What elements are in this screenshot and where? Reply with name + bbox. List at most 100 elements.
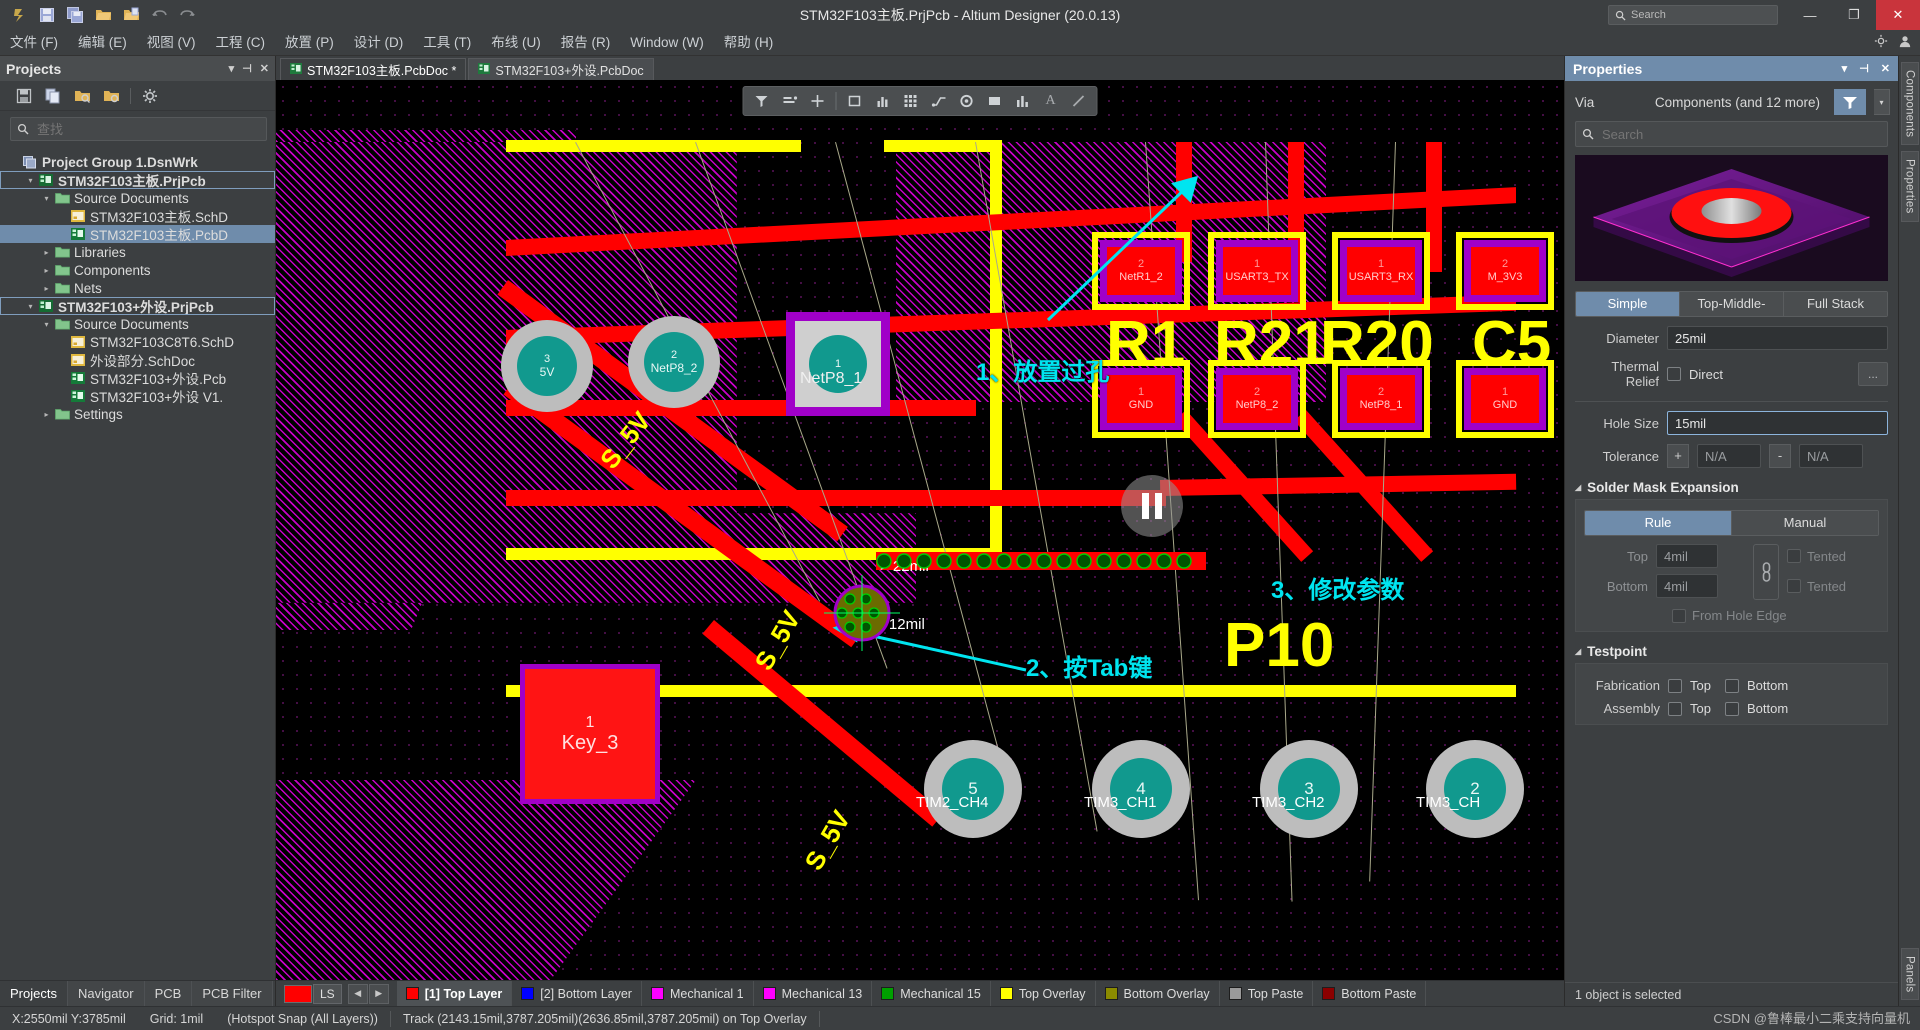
diameter-input[interactable]: 25mil — [1667, 326, 1888, 350]
properties-search-box[interactable] — [1575, 121, 1888, 147]
save-all-icon[interactable] — [62, 3, 88, 27]
minimize-button[interactable]: — — [1788, 0, 1832, 30]
maximize-button[interactable]: ❐ — [1832, 0, 1876, 30]
tree-item[interactable]: STM32F103+外设 V1. — [0, 387, 275, 405]
menu-reports[interactable]: 报告 (R) — [551, 30, 621, 56]
stack-mode-simple[interactable]: Simple — [1576, 292, 1680, 316]
tree-item[interactable]: STM32F103C8T6.SchD — [0, 333, 275, 351]
copy-icon[interactable] — [43, 86, 63, 106]
chevron-down-icon[interactable]: ▾ — [24, 302, 37, 311]
save-icon[interactable] — [34, 3, 60, 27]
vtab-components[interactable]: Components — [1900, 62, 1919, 146]
projects-search-input[interactable] — [35, 120, 260, 138]
open-project-icon[interactable] — [118, 3, 144, 27]
gear-icon[interactable] — [1874, 34, 1888, 51]
layer-tab[interactable]: Mechanical 1 — [642, 981, 754, 1006]
open-folder-settings-icon[interactable] — [101, 86, 121, 106]
properties-search-input[interactable] — [1600, 125, 1881, 143]
menu-file[interactable]: 文件 (F) — [0, 30, 68, 56]
next-layer-button[interactable]: ▶ — [368, 983, 389, 1004]
pin-icon[interactable]: ⊣ — [1859, 62, 1869, 75]
tab-projects[interactable]: Projects — [0, 981, 68, 1006]
tree-item[interactable]: ▾ Source Documents — [0, 315, 275, 333]
menu-place[interactable]: 放置 (P) — [275, 30, 344, 56]
menu-design[interactable]: 设计 (D) — [344, 30, 414, 56]
chevron-down-icon[interactable]: ▾ — [40, 194, 53, 203]
connector-pad[interactable]: 5 — [924, 740, 1022, 838]
tab-pcb[interactable]: PCB — [144, 981, 193, 1006]
stack-mode-top-middle-bottom[interactable]: Top-Middle-Bottom — [1680, 292, 1784, 316]
close-icon[interactable]: ✕ — [260, 62, 269, 75]
tree-item[interactable]: STM32F103主板.PcbD — [0, 225, 275, 243]
chart-icon[interactable] — [1010, 89, 1036, 113]
solder-mask-mode-rule[interactable]: Rule — [1585, 511, 1732, 535]
menu-edit[interactable]: 编辑 (E) — [68, 30, 137, 56]
doc-tab-peripheral-pcb[interactable]: STM32F103+外设.PcbDoc — [468, 58, 654, 80]
tree-item[interactable]: ▸ Nets — [0, 279, 275, 297]
menu-window[interactable]: Window (W) — [620, 30, 714, 56]
bar-chart-icon[interactable] — [870, 89, 896, 113]
hole-size-input[interactable]: 15mil — [1667, 411, 1888, 435]
pin-icon[interactable]: ⊣ — [242, 62, 252, 75]
layer-tab[interactable]: [2] Bottom Layer — [512, 981, 642, 1006]
tolerance-plus-input[interactable]: N/A — [1697, 444, 1761, 468]
chevron-right-icon[interactable]: ▸ — [40, 284, 53, 293]
chevron-down-icon[interactable]: ▾ — [40, 320, 53, 329]
assembly-top-checkbox[interactable] — [1668, 701, 1682, 716]
tented-top-checkbox[interactable] — [1787, 549, 1801, 563]
layer-tab[interactable]: Mechanical 15 — [872, 981, 991, 1006]
stack-mode-full-stack[interactable]: Full Stack — [1784, 292, 1887, 316]
text-icon[interactable]: A — [1038, 89, 1064, 113]
through-hole-pad[interactable]: 3 5V — [501, 320, 593, 412]
link-chain-icon[interactable] — [1753, 544, 1779, 600]
layer-tab[interactable]: Bottom Paste — [1313, 981, 1427, 1006]
open-icon[interactable] — [90, 3, 116, 27]
chevron-right-icon[interactable]: ▸ — [40, 266, 53, 275]
from-hole-edge-checkbox[interactable] — [1672, 608, 1686, 623]
tree-item[interactable]: ▸ Libraries — [0, 243, 275, 261]
tree-item[interactable]: STM32F103主板.SchD — [0, 207, 275, 225]
tree-item[interactable]: ▾ STM32F103主板.PrjPcb — [0, 171, 275, 189]
tolerance-minus-input[interactable]: N/A — [1799, 444, 1863, 468]
tree-item[interactable]: ▸ Components — [0, 261, 275, 279]
vtab-panels[interactable]: Panels — [1900, 947, 1919, 1000]
tab-navigator[interactable]: Navigator — [67, 981, 145, 1006]
line-icon[interactable] — [1066, 89, 1092, 113]
solder-mask-mode-manual[interactable]: Manual — [1732, 511, 1878, 535]
plane-icon[interactable] — [982, 89, 1008, 113]
fabrication-bottom-checkbox[interactable] — [1724, 678, 1739, 693]
current-layer-color-swatch[interactable] — [284, 984, 312, 1003]
via-icon[interactable] — [954, 89, 980, 113]
thermal-relief-checkbox[interactable] — [1667, 367, 1681, 381]
layer-tab[interactable]: Mechanical 13 — [754, 981, 873, 1006]
doc-tab-main-pcb[interactable]: STM32F103主板.PcbDoc * — [280, 58, 467, 80]
global-search-box[interactable]: Search — [1608, 5, 1778, 25]
tree-item[interactable]: ▾ Source Documents — [0, 189, 275, 207]
redo-icon[interactable] — [174, 3, 200, 27]
gear-icon[interactable] — [140, 86, 160, 106]
solder-mask-bottom-input[interactable]: 4mil — [1656, 574, 1718, 598]
close-button[interactable]: ✕ — [1876, 0, 1920, 30]
filter-icon[interactable] — [1834, 89, 1866, 115]
projects-search-box[interactable] — [10, 117, 267, 141]
tree-item[interactable]: ▾ STM32F103+外设.PrjPcb — [0, 297, 275, 315]
save-icon[interactable] — [14, 86, 34, 106]
undo-icon[interactable] — [146, 3, 172, 27]
menu-help[interactable]: 帮助 (H) — [714, 30, 784, 56]
fabrication-top-checkbox[interactable] — [1668, 678, 1682, 693]
layer-tab[interactable]: [1] Top Layer — [396, 981, 513, 1006]
tree-item[interactable]: STM32F103+外设.Pcb — [0, 369, 275, 387]
thermal-relief-more-button[interactable]: ... — [1858, 362, 1888, 386]
tented-bottom-checkbox[interactable] — [1787, 579, 1801, 593]
assembly-bottom-checkbox[interactable] — [1724, 701, 1739, 716]
tree-item[interactable]: Project Group 1.DsnWrk — [0, 153, 275, 171]
user-account-icon[interactable] — [1898, 34, 1912, 51]
menu-view[interactable]: 视图 (V) — [137, 30, 206, 56]
menu-tools[interactable]: 工具 (T) — [413, 30, 481, 56]
crosshair-icon[interactable] — [805, 89, 831, 113]
prev-layer-button[interactable]: ◀ — [347, 983, 368, 1004]
layer-tab[interactable]: Top Overlay — [991, 981, 1096, 1006]
solder-mask-section-header[interactable]: ◢ Solder Mask Expansion — [1575, 480, 1898, 495]
connector-pad[interactable]: 4 — [1092, 740, 1190, 838]
active-via[interactable] — [824, 575, 900, 651]
